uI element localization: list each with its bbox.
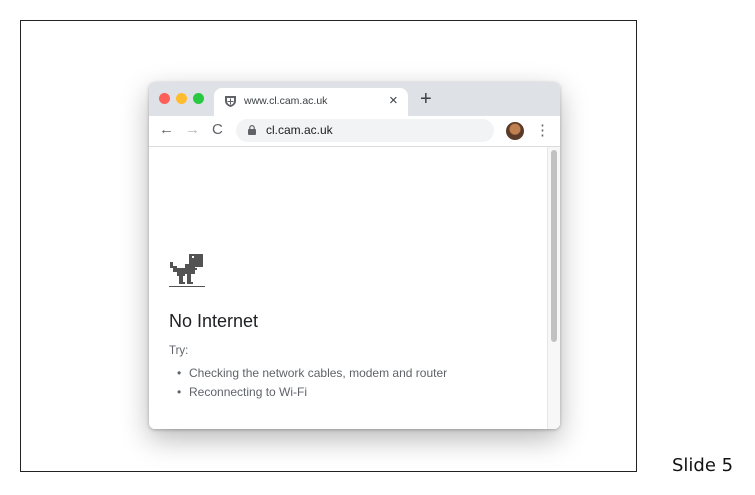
minimize-window-button[interactable] [176,93,187,104]
page-content: No Internet Try: Checking the network ca… [149,147,560,429]
close-window-button[interactable] [159,93,170,104]
back-button[interactable]: ← [159,121,174,138]
menu-icon[interactable]: ⋮ [535,121,550,139]
tab-strip: www.cl.cam.ac.uk × + [149,82,560,116]
offline-dinosaur-icon [169,254,205,287]
reload-button[interactable]: C [212,121,223,138]
close-tab-icon[interactable]: × [389,92,398,109]
zoom-window-button[interactable] [193,93,204,104]
lock-icon [248,125,256,135]
suggestion-item: Reconnecting to Wi-Fi [177,385,307,399]
new-tab-button[interactable]: + [420,88,432,111]
shield-icon [225,96,236,107]
url-text: cl.cam.ac.uk [266,123,333,137]
tab-active[interactable]: www.cl.cam.ac.uk × [214,88,408,116]
scrollbar-thumb[interactable] [551,150,557,342]
profile-avatar[interactable] [506,122,524,140]
slide-number: Slide 5 [672,455,734,476]
toolbar: ← → C cl.cam.ac.uk ☆ ⋮ [149,116,560,147]
try-label: Try: [169,345,189,357]
scrollbar[interactable] [547,147,560,429]
suggestion-item: Checking the network cables, modem and r… [177,366,447,380]
browser-window: www.cl.cam.ac.uk × + ← → C cl.cam.ac.uk … [149,82,560,429]
forward-button[interactable]: → [185,121,200,138]
error-title: No Internet [169,311,259,331]
slide-frame: www.cl.cam.ac.uk × + ← → C cl.cam.ac.uk … [20,20,637,472]
tab-title: www.cl.cam.ac.uk [244,95,328,107]
address-bar[interactable]: cl.cam.ac.uk ☆ [236,119,494,142]
